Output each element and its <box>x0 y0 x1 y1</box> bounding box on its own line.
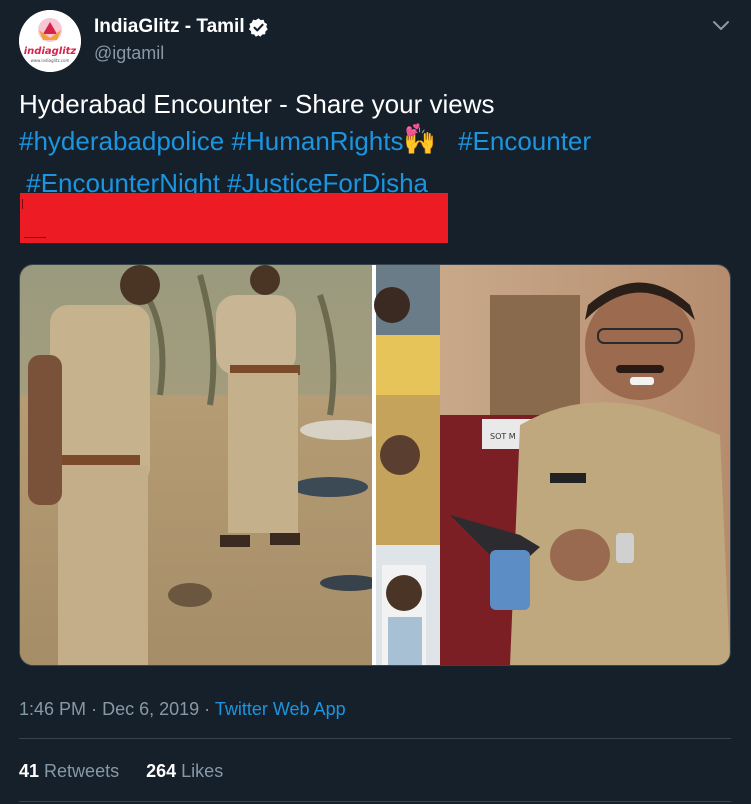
hashtag-link[interactable]: #Encounter <box>458 126 591 156</box>
retweets-stat[interactable]: 41 Retweets <box>19 759 119 783</box>
hashtag-link[interactable]: #HumanRights <box>232 126 404 156</box>
meta-separator: · <box>91 699 98 719</box>
tweet-text: Hyderabad Encounter - Share your views #… <box>19 86 731 202</box>
divider <box>19 738 731 739</box>
author-display-name[interactable]: IndiaGlitz - Tamil <box>94 16 245 38</box>
tweet-card: indiaglitz www.indiaglitz.com IndiaGlitz… <box>0 0 751 804</box>
chevron-down-icon[interactable] <box>709 14 733 38</box>
indiaglitz-logo: indiaglitz www.indiaglitz.com <box>19 10 81 72</box>
tweet-text-line-1: Hyderabad Encounter - Share your views <box>19 89 495 119</box>
retweets-count: 41 <box>19 761 40 781</box>
tweet-date[interactable]: Dec 6, 2019 <box>102 699 199 719</box>
tweet-stats: 41 Retweets 264 Likes <box>19 759 223 783</box>
avatar-logo-url: www.indiaglitz.com <box>31 58 70 63</box>
media-poster-text: SOT M <box>490 432 516 441</box>
verified-badge-icon <box>248 18 268 37</box>
likes-count: 264 <box>146 761 177 781</box>
avatar[interactable]: indiaglitz www.indiaglitz.com <box>19 10 81 72</box>
redaction-box <box>20 193 448 243</box>
tweet-metadata: 1:46 PM · Dec 6, 2019 · Twitter Web App <box>19 697 346 721</box>
redaction-mark <box>24 237 46 238</box>
likes-stat[interactable]: 264 Likes <box>146 759 223 783</box>
retweets-label: Retweets <box>44 761 120 781</box>
divider <box>19 801 731 802</box>
redaction-mark <box>22 199 23 209</box>
avatar-logo-text: indiaglitz <box>24 46 77 57</box>
tweet-text-line-2: #hyderabadpolice #HumanRights🙌💕 #Encount… <box>19 123 731 165</box>
tweet-media-image[interactable]: SOT M <box>19 264 731 666</box>
author-handle[interactable]: @igtamil <box>94 42 164 64</box>
tweet-time[interactable]: 1:46 PM <box>19 699 86 719</box>
likes-label: Likes <box>181 761 224 781</box>
meta-separator: · <box>204 699 211 719</box>
tweet-source-link[interactable]: Twitter Web App <box>215 699 346 719</box>
heart-emoji: 💕 <box>405 123 421 137</box>
hashtag-link[interactable]: #hyderabadpolice <box>19 126 224 156</box>
media-photo-collage: SOT M <box>20 265 730 665</box>
